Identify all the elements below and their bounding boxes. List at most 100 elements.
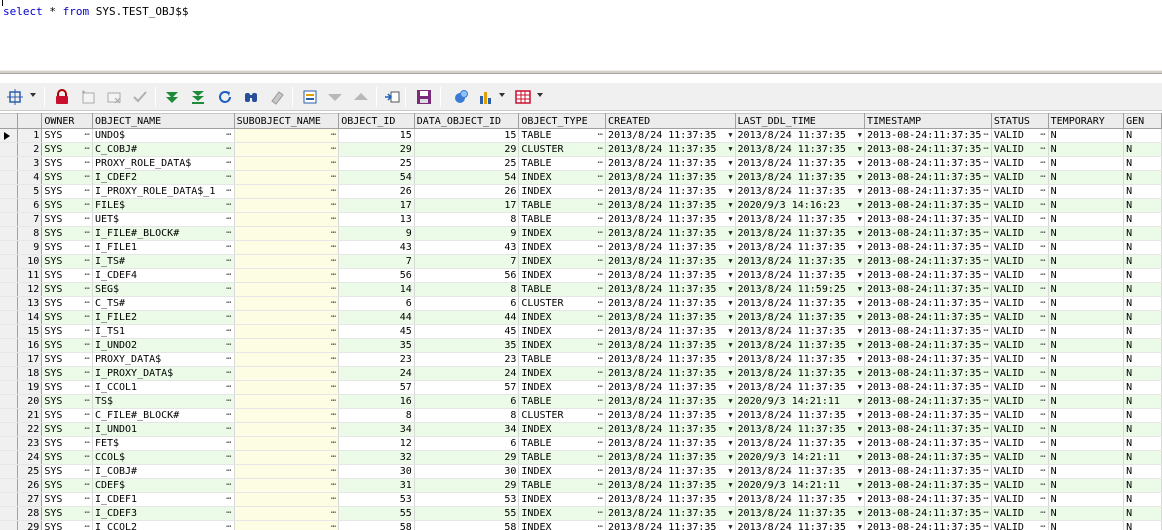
cell-object-type[interactable]: INDEX ⋯ [518, 184, 607, 199]
row-number[interactable]: 3 [17, 156, 43, 171]
cell-status[interactable]: VALID ⋯ [991, 324, 1049, 339]
cell-temporary[interactable]: N [1048, 380, 1125, 395]
cell-timestamp[interactable]: 2013-08-24:11:37:35 ⋯ [864, 310, 992, 325]
row-number[interactable]: 28 [17, 506, 43, 521]
row-number[interactable]: 25 [17, 464, 43, 479]
cell-object-name[interactable]: C_COBJ# ⋯ [92, 142, 235, 157]
cell-created[interactable]: 2013/8/24 11:37:35 ▼ [605, 156, 736, 171]
cell-created[interactable]: 2013/8/24 11:37:35 ▼ [605, 338, 736, 353]
cell-timestamp[interactable]: 2013-08-24:11:37:35 ⋯ [864, 422, 992, 437]
cell-object-id[interactable]: 17 [338, 198, 415, 213]
cell-generated[interactable]: N [1123, 394, 1162, 409]
chevron-down-icon[interactable]: ▼ [858, 157, 862, 170]
cell-owner[interactable]: SYS ⋯ [41, 380, 93, 395]
cell-last-ddl-time[interactable]: 2013/8/24 11:37:35 ▼ [735, 240, 866, 255]
cell-last-ddl-time[interactable]: 2013/8/24 11:59:25 ▼ [735, 282, 866, 297]
cell-last-ddl-time[interactable]: 2013/8/24 11:37:35 ▼ [735, 310, 866, 325]
cell-editor-button[interactable]: ⋯ [226, 199, 231, 212]
cell-temporary[interactable]: N [1048, 506, 1125, 521]
cell-editor-button[interactable]: ⋯ [598, 199, 603, 212]
cell-generated[interactable]: N [1123, 170, 1162, 185]
cell-subobject-name[interactable]: ⋯ [234, 170, 340, 185]
cell-editor-button[interactable]: ⋯ [85, 409, 90, 422]
cell-object-id[interactable]: 35 [338, 338, 415, 353]
cell-last-ddl-time[interactable]: 2013/8/24 11:37:35 ▼ [735, 520, 866, 530]
chevron-down-icon[interactable]: ▼ [728, 367, 732, 380]
cell-subobject-name[interactable]: ⋯ [234, 142, 340, 157]
clipboard-icon[interactable] [452, 88, 470, 106]
cell-editor-button[interactable]: ⋯ [85, 241, 90, 254]
chevron-down-icon[interactable]: ▼ [728, 171, 732, 184]
cell-status[interactable]: VALID ⋯ [991, 296, 1049, 311]
cell-subobject-name[interactable]: ⋯ [234, 352, 340, 367]
cell-editor-button[interactable]: ⋯ [598, 423, 603, 436]
find-icon[interactable] [242, 88, 260, 106]
cell-generated[interactable]: N [1123, 478, 1162, 493]
cell-generated[interactable]: N [1123, 450, 1162, 465]
row-indicator[interactable] [0, 380, 18, 395]
cell-timestamp[interactable]: 2013-08-24:11:37:35 ⋯ [864, 324, 992, 339]
cell-data-object-id[interactable]: 9 [414, 226, 520, 241]
cell-editor-button[interactable]: ⋯ [598, 325, 603, 338]
cell-generated[interactable]: N [1123, 268, 1162, 283]
row-indicator[interactable] [0, 408, 18, 423]
cell-owner[interactable]: SYS ⋯ [41, 464, 93, 479]
cell-last-ddl-time[interactable]: 2013/8/24 11:37:35 ▼ [735, 142, 866, 157]
cell-last-ddl-time[interactable]: 2013/8/24 11:37:35 ▼ [735, 254, 866, 269]
cell-data-object-id[interactable]: 6 [414, 296, 520, 311]
cell-generated[interactable]: N [1123, 436, 1162, 451]
cell-data-object-id[interactable]: 25 [414, 156, 520, 171]
cell-created[interactable]: 2013/8/24 11:37:35 ▼ [605, 394, 736, 409]
cell-editor-button[interactable]: ⋯ [598, 437, 603, 450]
cell-editor-button[interactable]: ⋯ [1040, 339, 1045, 352]
cell-last-ddl-time[interactable]: 2013/8/24 11:37:35 ▼ [735, 408, 866, 423]
cell-object-type[interactable]: INDEX ⋯ [518, 338, 607, 353]
column-header-generated[interactable]: GEN [1123, 113, 1162, 129]
cell-owner[interactable]: SYS ⋯ [41, 520, 93, 530]
row-indicator[interactable] [0, 422, 18, 437]
cell-data-object-id[interactable]: 6 [414, 394, 520, 409]
cell-editor-button[interactable]: ⋯ [226, 479, 231, 492]
chevron-down-icon[interactable]: ▼ [728, 409, 732, 422]
chevron-down-icon[interactable]: ▼ [858, 521, 862, 530]
cell-editor-button[interactable]: ⋯ [598, 465, 603, 478]
cell-object-type[interactable]: INDEX ⋯ [518, 170, 607, 185]
table-row[interactable]: 16 SYS ⋯ I_UNDO2 ⋯ ⋯ 35 35 INDEX ⋯ 2013/8/24 11:37… [0, 338, 1162, 353]
cell-data-object-id[interactable]: 57 [414, 380, 520, 395]
row-number[interactable]: 20 [17, 394, 43, 409]
row-number[interactable]: 1 [17, 128, 43, 143]
cell-editor-button[interactable]: ⋯ [85, 493, 90, 506]
row-indicator[interactable] [0, 394, 18, 409]
cell-owner[interactable]: SYS ⋯ [41, 366, 93, 381]
cell-editor-button[interactable]: ⋯ [1040, 367, 1045, 380]
cell-last-ddl-time[interactable]: 2020/9/3 14:21:11 ▼ [735, 394, 866, 409]
cell-generated[interactable]: N [1123, 254, 1162, 269]
cell-editor-button[interactable]: ⋯ [598, 241, 603, 254]
cell-data-object-id[interactable]: 17 [414, 198, 520, 213]
cell-object-id[interactable]: 12 [338, 436, 415, 451]
cell-editor-button[interactable]: ⋯ [1040, 409, 1045, 422]
row-indicator[interactable] [0, 464, 18, 479]
cell-generated[interactable]: N [1123, 520, 1162, 530]
cell-editor-button[interactable]: ⋯ [983, 143, 988, 156]
cell-owner[interactable]: SYS ⋯ [41, 296, 93, 311]
cell-generated[interactable]: N [1123, 240, 1162, 255]
cell-editor-button[interactable]: ⋯ [85, 297, 90, 310]
cell-owner[interactable]: SYS ⋯ [41, 268, 93, 283]
cell-editor-button[interactable]: ⋯ [226, 297, 231, 310]
cell-editor-button[interactable]: ⋯ [983, 241, 988, 254]
chevron-down-icon[interactable]: ▼ [728, 255, 732, 268]
cell-editor-button[interactable]: ⋯ [331, 367, 336, 380]
cell-temporary[interactable]: N [1048, 184, 1125, 199]
cell-editor-button[interactable]: ⋯ [598, 353, 603, 366]
chevron-down-icon[interactable]: ▼ [858, 269, 862, 282]
cell-editor-button[interactable]: ⋯ [226, 241, 231, 254]
cell-last-ddl-time[interactable]: 2013/8/24 11:37:35 ▼ [735, 212, 866, 227]
cell-created[interactable]: 2013/8/24 11:37:35 ▼ [605, 492, 736, 507]
row-number[interactable]: 13 [17, 296, 43, 311]
cell-editor-button[interactable]: ⋯ [598, 381, 603, 394]
cell-object-name[interactable]: I_CDEF2 ⋯ [92, 170, 235, 185]
cell-data-object-id[interactable]: 30 [414, 464, 520, 479]
row-number[interactable]: 23 [17, 436, 43, 451]
chevron-down-icon[interactable]: ▼ [858, 311, 862, 324]
